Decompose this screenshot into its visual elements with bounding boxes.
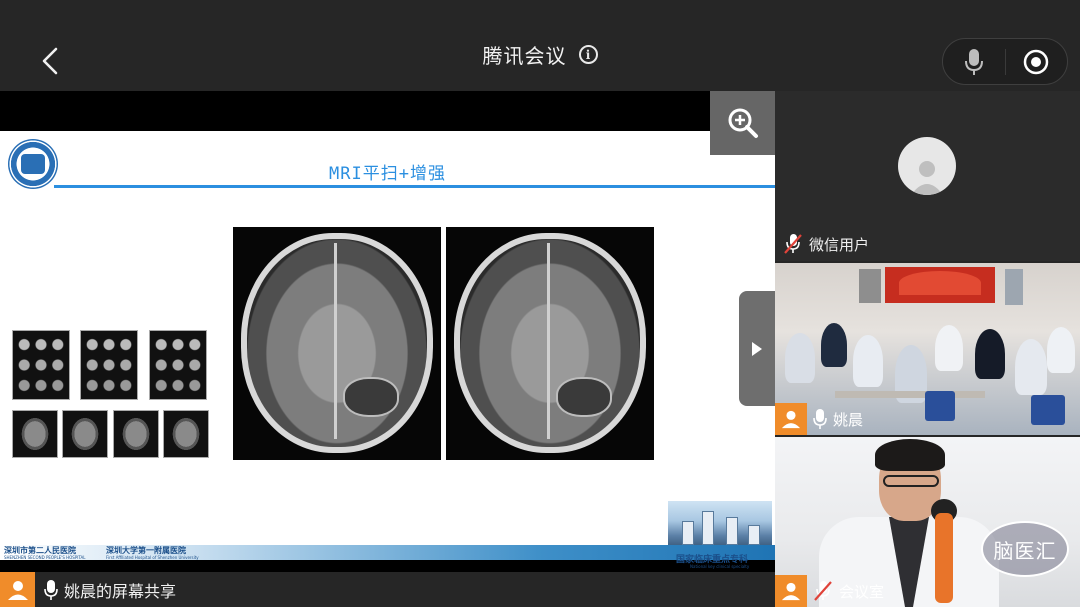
participant-label: 微信用户 [783,233,869,255]
attendee [853,335,883,387]
default-avatar-icon [898,137,956,195]
speaker-glasses [883,475,939,487]
mri-thumbnail-grid [12,330,212,460]
participant-tile[interactable]: 姚晨 [775,263,1080,435]
chair [925,391,955,421]
title-underline [54,185,775,188]
user-avatar-icon [0,572,35,607]
microphone-icon [813,409,827,429]
participant-tile[interactable]: 微信用户 [775,91,1080,261]
participant-panel: 微信用户 姚晨 脑医汇 会议室 [775,91,1080,607]
desk [835,391,985,398]
wall-poster [859,269,881,303]
user-avatar-icon [775,403,807,435]
sharer-label: 姚晨的屏幕共享 [64,581,177,601]
attendee [975,329,1005,379]
wall-banner-decor [899,271,981,295]
handheld-mic-body [935,513,953,603]
mri-scan-enhanced [446,227,654,460]
mri-scan-plain [233,227,441,460]
footer-hospital-2-en: First Affiliated Hospital of Shenzhen Un… [106,555,199,560]
attendee [935,325,963,371]
triangle-right-icon [752,341,762,356]
footer-specialty-en: National key clinical specialty [690,564,750,569]
mri-thumbnail [62,410,108,458]
zoom-in-icon [728,108,758,138]
mic-button[interactable] [943,39,1005,84]
wall-poster [1005,269,1023,305]
mri-thumbnail [80,330,138,400]
presentation-slide: MRI平扫+增强 深圳市第二人民医院 SHENZHEN SECOND PEOPL… [0,131,775,569]
info-icon[interactable]: i [578,45,598,64]
mri-thumbnail [113,410,159,458]
title-group: 腾讯会议 i [0,40,1080,69]
mri-thumbnail [12,330,70,400]
participant-label: 会议室 [775,575,884,607]
zoom-button[interactable] [710,91,775,155]
participant-name: 微信用户 [809,235,870,254]
chair [1031,395,1065,425]
footer-hospital-1-en: SHENZHEN SECOND PEOPLE'S HOSPITAL [4,555,86,560]
meeting-window: 腾讯会议 i MRI平扫+增强 深圳市第二人民医院 SHENZHEN SECON… [0,0,1080,607]
speaker-hair [875,439,945,471]
call-controls [942,38,1068,85]
microphone-icon [42,578,60,602]
microphone-icon [964,48,983,75]
participant-name: 会议室 [839,582,885,601]
record-icon [1024,49,1049,74]
attendee [1015,339,1047,395]
mri-thumbnail [149,330,207,400]
attendee [1047,327,1075,373]
participant-name: 姚晨 [833,410,864,429]
attendee [785,333,815,383]
attendee [821,323,847,367]
meeting-title: 腾讯会议 [482,44,567,68]
share-label-bar: 姚晨的屏幕共享 [0,572,775,607]
shared-screen[interactable]: MRI平扫+增强 深圳市第二人民医院 SHENZHEN SECOND PEOPL… [0,91,775,572]
record-button[interactable] [1006,39,1068,84]
collapse-panel-button[interactable] [739,291,775,406]
mic-muted-icon [814,581,832,601]
watermark-text: 脑医汇 [993,538,1057,563]
participant-tile[interactable]: 脑医汇 会议室 [775,437,1080,607]
mri-thumbnail [12,410,58,458]
user-avatar-icon [775,575,807,607]
hospital-building-image [668,501,772,551]
slide-title: MRI平扫+增强 [329,164,446,184]
watermark-logo: 脑医汇 [981,521,1069,577]
mri-thumbnail [163,410,209,458]
mic-muted-icon [784,234,802,254]
participant-label: 姚晨 [775,403,863,435]
top-bar: 腾讯会议 i [0,0,1080,91]
